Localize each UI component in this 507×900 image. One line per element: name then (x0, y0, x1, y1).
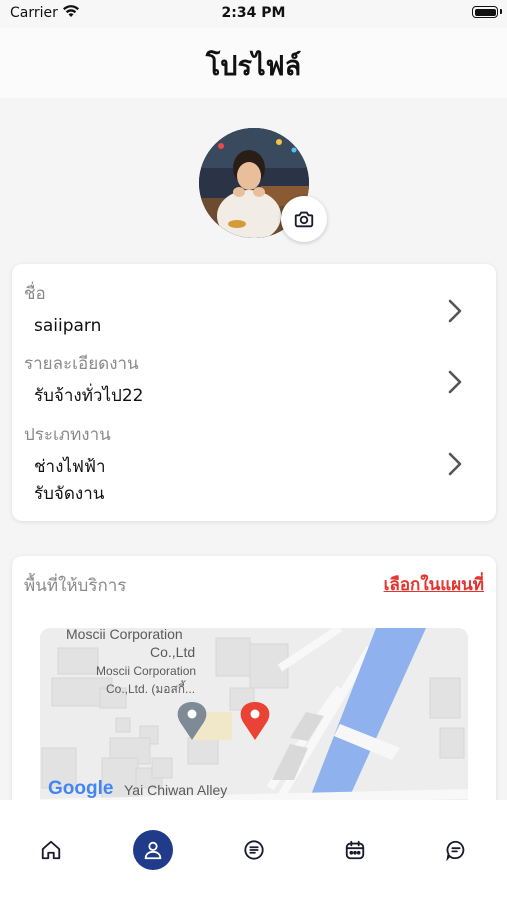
avatar-container (199, 128, 327, 242)
job-detail-row[interactable]: รายละเอียดงาน รับจ้างทั่วไป22 (12, 344, 496, 414)
profile-info-card: ชื่อ saiiparn รายละเอียดงาน รับจ้างทั่วไ… (12, 264, 496, 521)
poi-name-line2: Co.,Ltd (150, 644, 196, 660)
camera-icon (294, 211, 314, 228)
poi-sub-line1: Moscii Corporation (96, 664, 197, 678)
battery-icon (472, 6, 498, 18)
name-label: ชื่อ (24, 284, 46, 304)
select-on-map-link[interactable]: เลือกในแผนที่ (384, 571, 484, 598)
job-detail-label: รายละเอียดงาน (24, 354, 139, 374)
status-bar: Carrier 2:34 PM (0, 0, 507, 28)
chat-icon (446, 840, 465, 861)
list-icon (244, 840, 264, 860)
google-attribution: Google (48, 778, 114, 799)
change-photo-button[interactable] (281, 196, 327, 242)
user-icon (144, 841, 162, 860)
tab-chat[interactable] (436, 830, 476, 870)
tab-bar (0, 800, 507, 900)
poi-name-line1: Moscii Corporation (66, 628, 183, 642)
job-type-label: ประเภทงาน (24, 425, 111, 445)
map-view[interactable]: Moscii Corporation Co.,Ltd Moscii Corpor… (40, 628, 468, 818)
job-type-row[interactable]: ประเภทงาน ช่างไฟฟ้า รับจัดงาน (12, 416, 496, 516)
service-area-card: พื้นที่ให้บริการ เลือกในแผนที่ Moscii Co… (12, 556, 496, 818)
poi-sub-line2: Co.,Ltd. (มอสกี้... (106, 682, 196, 696)
name-value: saiiparn (34, 316, 102, 336)
calendar-icon (345, 840, 365, 860)
tab-active-indicator (133, 830, 173, 870)
tab-calendar[interactable] (335, 830, 375, 870)
nav-header: โปรไฟล์ (0, 28, 507, 98)
job-type-value-1: ช่างไฟฟ้า (34, 457, 106, 477)
home-icon (41, 840, 61, 860)
tab-home[interactable] (31, 830, 71, 870)
clock: 2:34 PM (221, 5, 286, 21)
battery-tip (500, 9, 502, 14)
road-label: Yai Chiwan Alley (124, 782, 228, 798)
name-row[interactable]: ชื่อ saiiparn (12, 264, 496, 336)
tab-jobs[interactable] (234, 830, 274, 870)
service-area-label: พื้นที่ให้บริการ (24, 576, 127, 596)
job-type-value-2: รับจัดงาน (34, 484, 105, 504)
chevron-right-icon (448, 452, 462, 476)
tab-profile[interactable] (133, 830, 173, 870)
page-title: โปรไฟล์ (205, 51, 302, 82)
job-detail-value: รับจ้างทั่วไป22 (34, 386, 144, 406)
chevron-right-icon (448, 370, 462, 394)
chevron-right-icon (448, 299, 462, 323)
